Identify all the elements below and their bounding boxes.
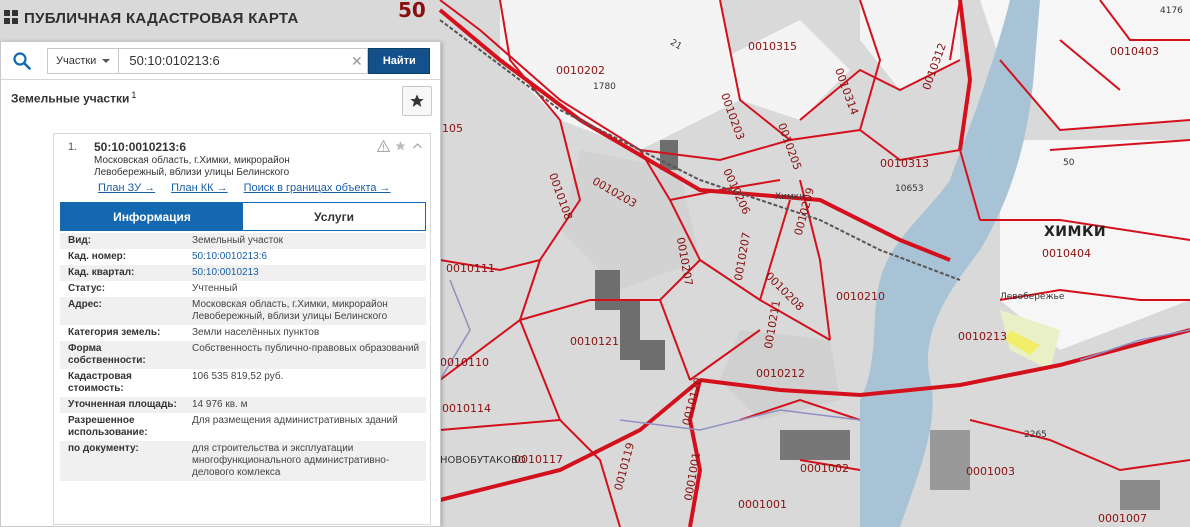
app-title: ПУБЛИЧНАЯ КАДАСТРОВАЯ КАРТА [24,9,299,27]
object-type-label: Участки [56,54,97,67]
info-key: Кад. номер: [68,251,127,262]
map-label: Химки [775,192,806,202]
result-card: 1. 50:10:0010213:6 Московская область, г… [53,133,431,525]
info-key: Уточненная площадь: [68,399,177,410]
map-label: 4176 [1160,6,1183,16]
info-key: Адрес: [68,299,102,310]
map-label: 0010315 [748,40,797,53]
chevron-down-icon [102,58,111,63]
favorites-button[interactable] [402,86,432,116]
star-icon [410,94,424,107]
info-value: 14 976 кв. м [192,399,248,410]
result-address: Московская область, г.Химки, микрорайон … [94,155,290,178]
clear-icon[interactable]: ✕ [351,53,363,70]
info-table: Вид: Земельный участок Кад. номер: 50:10:0… [60,233,426,481]
search-icon[interactable] [7,46,37,76]
info-value: для строительства и эксплуатации многофу… [192,443,390,478]
warning-icon[interactable] [377,140,390,152]
search-panel: Участки ✕ Найти Земельные участки1 1. 50… [0,41,441,527]
tab-info[interactable]: Информация [61,203,243,230]
info-key: Категория земель: [68,327,161,338]
card-links: План ЗУ → План КК → Поиск в границах объ… [98,182,391,194]
map-label: 10653 [895,184,924,194]
card-actions [377,140,424,152]
info-key: Разрешенное использование: [68,415,148,438]
map-label: 0010114 [442,402,491,415]
info-value: 106 535 819,52 руб. [192,371,284,382]
map-label: 0010121 [570,335,619,348]
info-row: Уточненная площадь: 14 976 кв. м [60,397,426,413]
info-key: Кад. квартал: [68,267,135,278]
result-number: 1. [68,141,78,153]
tab-services[interactable]: Услуги [243,203,425,230]
map-label: 0001002 [800,462,849,475]
info-value: Собственность публично-правовых образова… [192,343,420,354]
app-header: ПУБЛИЧНАЯ КАДАСТРОВАЯ КАРТА [0,0,299,36]
info-row: Кад. номер: 50:10:0010213:6 [60,249,426,265]
result-title[interactable]: 50:10:0010213:6 [94,140,186,154]
results-count: 1 [131,90,137,100]
map-label: 0010403 [1110,45,1159,58]
results-title: Земельные участки [11,91,130,106]
cadastral-quarter-link[interactable]: 50:10:0010213 [178,265,426,281]
result-tabs: Информация Услуги [60,202,426,231]
info-row: Категория земель: Земли населённых пункто… [60,325,426,341]
map-label: 0010313 [880,157,929,170]
chevron-up-icon[interactable] [411,140,424,152]
plan-kk-link[interactable]: План КК → [171,182,227,194]
info-value: Земли населённых пунктов [192,327,320,338]
map-label: 50 [398,0,426,22]
info-value: Московская область, г.Химки, микрорайон … [192,299,388,322]
city-label: ХИМКИ [1044,224,1107,240]
map-label: 0010111 [446,262,495,275]
map-label: НОВОБУТАКОВО [440,455,526,466]
results-header: Земельные участки 1 [1,80,440,122]
info-key: Форма собственности: [68,343,146,366]
info-key: по документу: [68,443,139,454]
plan-zu-link[interactable]: План ЗУ → [98,182,155,194]
info-row: Кад. квартал: 50:10:0010213 [60,265,426,281]
star-icon[interactable] [394,140,407,152]
map-label: 2265 [1024,430,1047,440]
map-label: 50 [1063,158,1075,168]
info-value: Земельный участок [192,235,284,246]
info-row: Адрес: Московская область, г.Химки, микро… [60,297,426,325]
info-row: Статус: Учтенный [60,281,426,297]
map-label: 0010404 [1042,247,1091,260]
map-label: 0010210 [836,290,885,303]
info-key: Статус: [68,283,106,294]
search-input[interactable] [118,47,369,74]
map-label: 0010117 [514,453,563,466]
info-key: Кадастровая стоимость: [68,371,132,394]
info-row: Разрешенное использование: Для размещения… [60,413,426,441]
info-row: Вид: Земельный участок [60,233,426,249]
map-label: 0010202 [556,64,605,77]
map-label: 0010110 [440,356,489,369]
info-row: Форма собственности: Собственность публич… [60,341,426,369]
map-label: 0001007 [1098,512,1147,525]
map-label: 1780 [593,82,616,92]
grid-logo-icon [4,10,18,24]
cadastral-number-link[interactable]: 50:10:0010213:6 [178,249,426,265]
map-label: 0001001 [738,498,787,511]
search-bar: Участки ✕ Найти [1,42,440,80]
map-label: Левобережье [1000,292,1065,302]
map-label: 105 [442,122,463,135]
map-label: 0010212 [756,367,805,380]
info-row: Кадастровая стоимость: 106 535 819,52 руб… [60,369,426,397]
map-label: 0001003 [966,465,1015,478]
info-value: Учтенный [192,283,238,294]
search-in-bounds-link[interactable]: Поиск в границах объекта → [244,182,391,194]
find-button[interactable]: Найти [368,47,431,74]
info-row: по документу: для строительства и эксплуа… [60,441,426,481]
info-key: Вид: [68,235,92,246]
map-label: 0010213 [958,330,1007,343]
info-value: Для размещения административных зданий [192,415,398,426]
object-type-select[interactable]: Участки [47,47,119,74]
